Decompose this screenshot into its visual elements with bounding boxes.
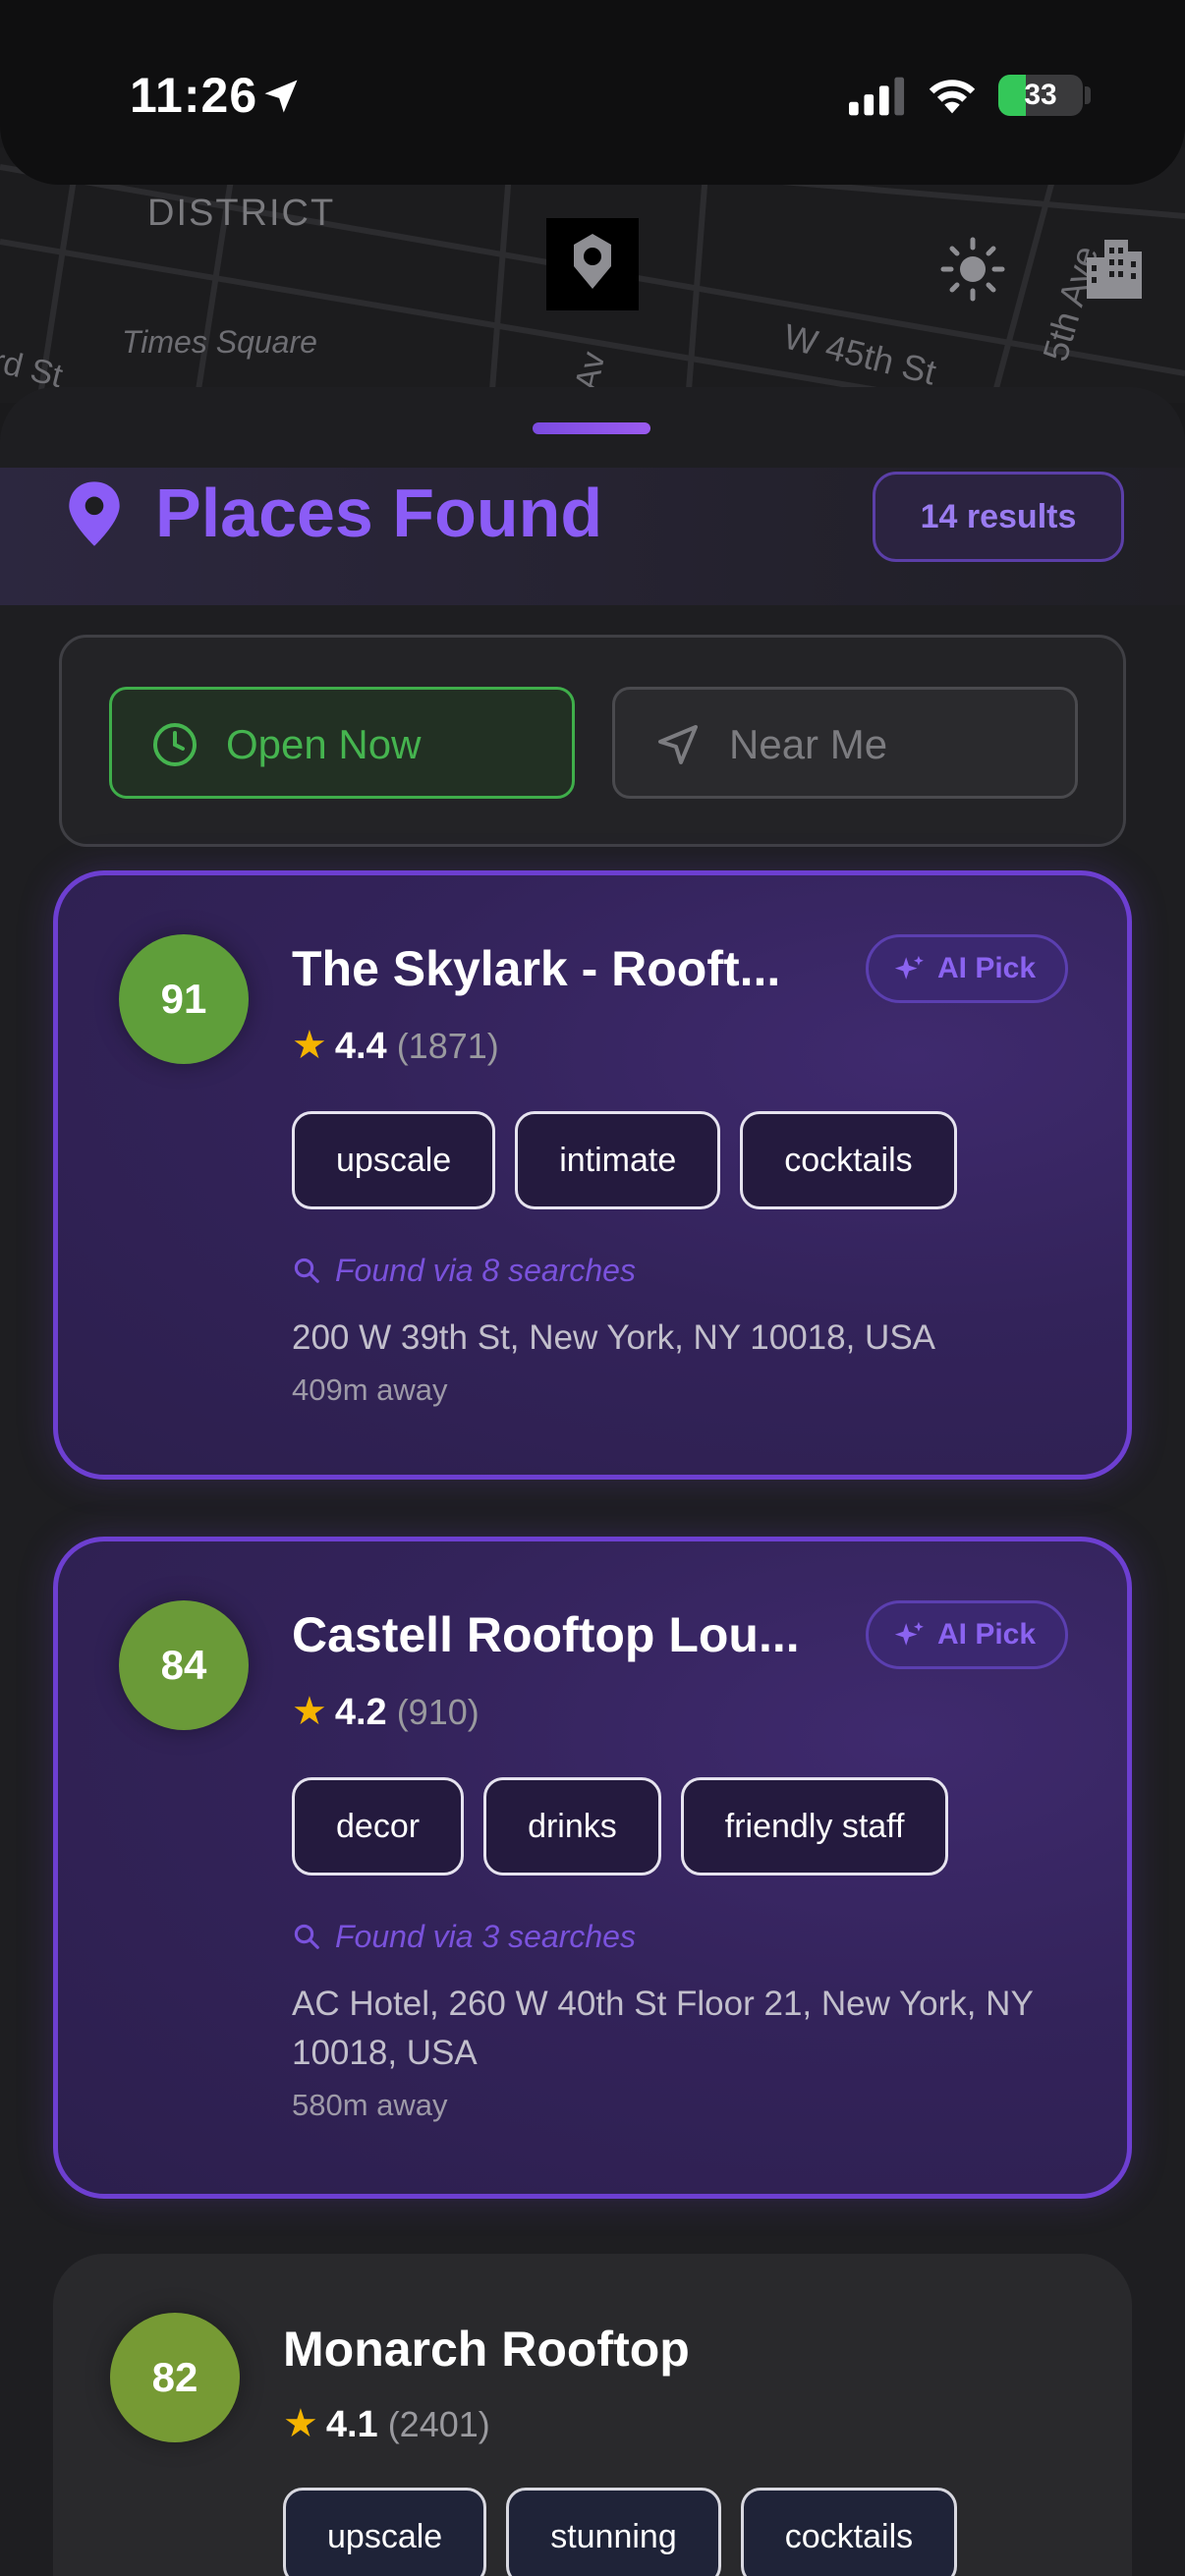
sparkle-icon <box>894 955 924 980</box>
ai-pick-badge: AI Pick <box>866 934 1068 1003</box>
tag-chip[interactable]: upscale <box>283 2488 487 2576</box>
review-count: (2401) <box>387 2404 490 2444</box>
results-sheet: Places Found 14 results Open Now Near Me… <box>0 387 1185 2576</box>
filter-near-me-button[interactable]: Near Me <box>612 687 1078 799</box>
sun-icon <box>940 237 1005 302</box>
page-title: Places Found <box>155 475 603 551</box>
place-card-castell[interactable]: 84 Castell Rooftop Lou... AI Pick ★ 4.2 (9… <box>53 1537 1132 2199</box>
tag-chip[interactable]: cocktails <box>740 2488 958 2576</box>
place-rating: ★ 4.1 (2401) <box>283 2401 490 2446</box>
battery-cap <box>1085 86 1091 104</box>
tag-list: upscale stunning cocktails <box>283 2488 958 2576</box>
star-icon: ★ <box>283 2402 318 2445</box>
rating-value: 4.4 <box>334 1026 387 1067</box>
place-score: 84 <box>119 1600 249 1730</box>
place-rating: ★ 4.4 (1871) <box>292 1023 499 1068</box>
location-arrow-icon <box>264 80 298 113</box>
place-score: 91 <box>119 934 249 1064</box>
ai-pick-badge: AI Pick <box>866 1600 1068 1669</box>
place-card-skylark[interactable]: 91 The Skylark - Rooft... AI Pick ★ 4.4 (1… <box>53 870 1132 1480</box>
rating-value: 4.2 <box>334 1692 387 1733</box>
status-bar: 11:26 33 <box>0 0 1185 185</box>
place-name: The Skylark - Rooft... <box>292 941 781 996</box>
tag-list: upscale intimate cocktails <box>292 1111 957 1209</box>
ai-pick-label: AI Pick <box>937 952 1037 984</box>
place-name: Castell Rooftop Lou... <box>292 1607 800 1662</box>
found-via: Found via 3 searches <box>292 1919 636 1955</box>
results-count-badge: 14 results <box>873 472 1124 562</box>
tag-chip[interactable]: drinks <box>483 1777 661 1876</box>
place-distance: 580m away <box>292 2088 448 2122</box>
filter-open-now-label: Open Now <box>226 721 422 767</box>
ai-pick-label: AI Pick <box>937 1618 1037 1651</box>
found-via-text: Found via 3 searches <box>335 1919 636 1954</box>
rating-value: 4.1 <box>325 2404 378 2445</box>
sparkle-icon <box>894 1621 924 1646</box>
navigation-arrow-icon <box>658 725 698 764</box>
place-address: AC Hotel, 260 W 40th St Floor 21, New Yo… <box>292 1985 1034 2072</box>
building-icon <box>1087 240 1142 299</box>
clock-icon <box>153 723 197 766</box>
search-icon <box>294 1924 319 1949</box>
search-icon <box>294 1258 319 1283</box>
sheet-drag-handle[interactable] <box>533 422 650 434</box>
star-icon: ★ <box>292 1024 327 1067</box>
tag-chip[interactable]: upscale <box>292 1111 496 1209</box>
battery-indicator: 33 <box>998 75 1083 116</box>
map-label-district: DISTRICT <box>147 193 336 234</box>
tag-chip[interactable]: decor <box>292 1777 465 1876</box>
place-address: 200 W 39th St, New York, NY 10018, USA <box>292 1318 936 1357</box>
cellular-signal-icon <box>849 77 905 116</box>
place-distance: 409m away <box>292 1372 448 1407</box>
tag-chip[interactable]: intimate <box>515 1111 721 1209</box>
map-label-times-square: Times Square <box>122 324 317 360</box>
filter-open-now-button[interactable]: Open Now <box>109 687 575 799</box>
wifi-icon <box>929 80 976 114</box>
tag-chip[interactable]: friendly staff <box>680 1777 949 1876</box>
tag-chip[interactable]: stunning <box>506 2488 721 2576</box>
review-count: (1871) <box>396 1026 499 1066</box>
map-pin-icon <box>69 481 120 546</box>
place-card-monarch[interactable]: 82 Monarch Rooftop ★ 4.1 (2401) upscale st… <box>53 2254 1132 2576</box>
found-via-text: Found via 8 searches <box>335 1253 636 1288</box>
map-view[interactable]: DISTRICT Times Square W 45th St rd St th… <box>0 147 1185 403</box>
star-icon: ★ <box>292 1690 327 1733</box>
found-via: Found via 8 searches <box>292 1253 636 1289</box>
tag-chip[interactable]: cocktails <box>740 1111 957 1209</box>
place-score: 82 <box>110 2313 240 2442</box>
status-time: 11:26 <box>130 68 258 123</box>
battery-percent: 33 <box>1024 79 1057 111</box>
place-rating: ★ 4.2 (910) <box>292 1689 480 1734</box>
location-pin-icon <box>574 234 611 289</box>
filter-near-me-label: Near Me <box>729 721 888 767</box>
review-count: (910) <box>396 1692 480 1732</box>
place-name: Monarch Rooftop <box>283 2322 690 2377</box>
map-marker[interactable] <box>546 218 639 310</box>
filter-bar: Open Now Near Me <box>59 635 1126 847</box>
tag-list: decor drinks friendly staff <box>292 1777 949 1876</box>
